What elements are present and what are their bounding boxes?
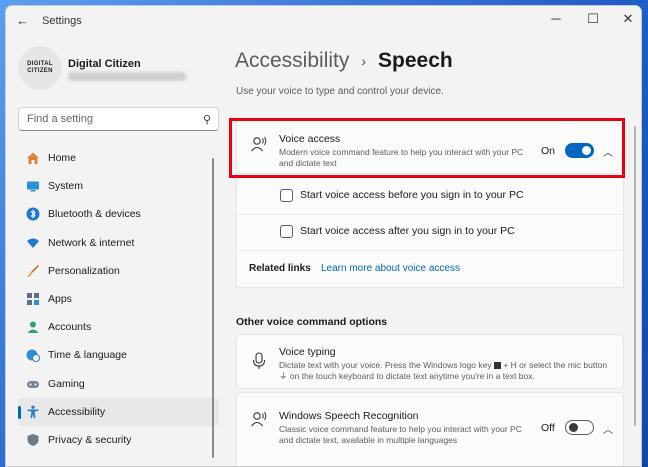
page-title: Speech (378, 49, 453, 72)
gamepad-icon (26, 377, 40, 391)
voice-typing-subtitle-part: on the touch keyboard to dictate text an… (289, 371, 535, 381)
start-after-signin-label[interactable]: Start voice access after you sign in to … (300, 225, 515, 237)
sidebar-item-label: Accessibility (48, 405, 106, 418)
apps-grid-icon (26, 292, 40, 306)
sidebar-item-label: Home (48, 152, 77, 165)
person-icon (26, 320, 40, 334)
user-email-blurred (68, 72, 186, 81)
maximize-icon[interactable]: ☐ (583, 11, 603, 27)
avatar[interactable]: DIGITAL CITIZEN (18, 46, 62, 90)
section-title-other-voice: Other voice command options (236, 316, 388, 328)
globe-clock-icon (26, 348, 40, 363)
speech-recognition-subtitle: Classic voice command feature to help yo… (279, 424, 522, 445)
speech-recognition-toggle[interactable] (565, 420, 594, 435)
speech-recognition-icon (249, 409, 269, 429)
related-links-label: Related links (249, 263, 311, 274)
voice-typing-subtitle-line-2: ⏚ on the touch keyboard to dictate text … (279, 371, 619, 382)
minimize-icon[interactable]: ─ (546, 11, 566, 26)
content-scrollbar[interactable] (634, 126, 636, 426)
divider (237, 250, 623, 251)
sidebar-item-apps[interactable]: Apps (18, 285, 219, 313)
window-title: Settings (42, 15, 82, 27)
sidebar-item-label: Network & internet (48, 236, 135, 249)
settings-window: ← Settings ─ ☐ ✕ DIGITAL CITIZEN Digital… (5, 5, 642, 467)
brush-icon (26, 264, 40, 278)
voice-typing-title: Voice typing (279, 346, 336, 358)
sidebar-item-accounts[interactable]: Accounts (18, 313, 219, 341)
sidebar-item-label: Bluetooth & devices (48, 208, 141, 221)
shield-icon (26, 433, 40, 447)
sidebar-item-label: Time & language (48, 349, 127, 362)
sidebar-item-system[interactable]: System (18, 172, 219, 200)
sidebar-nav: Home System Bluetooth & devices Network … (18, 144, 219, 454)
toggle-knob (582, 146, 591, 155)
divider (237, 214, 623, 215)
avatar-text-line-1: DIGITAL (27, 61, 53, 67)
bluetooth-icon (26, 207, 40, 221)
avatar-text-line-2: CITIZEN (27, 68, 53, 74)
sidebar-item-label: Personalization (48, 264, 120, 277)
breadcrumb: Accessibility › Speech (235, 49, 453, 73)
voice-typing-subtitle-line-1: Dictate text with your voice. Press the … (279, 360, 619, 371)
search-input[interactable] (27, 113, 187, 125)
speech-recognition-card[interactable]: Windows Speech Recognition Classic voice… (236, 392, 624, 466)
voice-access-icon (249, 134, 269, 154)
learn-more-voice-access-link[interactable]: Learn more about voice access (321, 263, 460, 274)
voice-typing-card[interactable]: Voice typing Dictate text with your voic… (236, 334, 624, 389)
sidebar-item-network[interactable]: Network & internet (18, 229, 219, 257)
close-icon[interactable]: ✕ (618, 11, 638, 27)
voice-typing-subtitle-part: Dictate text with your voice. Press the … (279, 360, 492, 370)
sidebar-item-time-language[interactable]: Time & language (18, 341, 219, 369)
sidebar-item-accessibility[interactable]: Accessibility (18, 397, 219, 426)
sidebar-item-home[interactable]: Home (18, 144, 219, 172)
accessibility-icon (26, 405, 40, 419)
voice-access-options: Start voice access before you sign in to… (236, 174, 624, 288)
speech-recognition-title: Windows Speech Recognition (279, 410, 419, 422)
sidebar-item-bluetooth[interactable]: Bluetooth & devices (18, 200, 219, 228)
breadcrumb-parent[interactable]: Accessibility (235, 49, 349, 73)
breadcrumb-separator: › (361, 53, 367, 69)
speech-recognition-state-label: Off (541, 422, 555, 434)
page-description: Use your voice to type and control your … (236, 86, 444, 97)
chevron-up-icon[interactable]: ︿ (603, 421, 613, 436)
back-arrow-icon[interactable]: ← (16, 13, 29, 28)
sidebar-item-gaming[interactable]: Gaming (18, 370, 219, 398)
sidebar-item-label: Gaming (48, 377, 85, 390)
windows-logo-icon (493, 362, 501, 369)
sidebar-item-personalization[interactable]: Personalization (18, 257, 219, 285)
chevron-up-icon[interactable]: ︿ (603, 144, 613, 159)
sidebar-scrollbar[interactable] (212, 158, 214, 458)
sidebar-item-privacy[interactable]: Privacy & security (18, 426, 219, 454)
voice-access-state-label: On (541, 145, 556, 157)
start-before-signin-label[interactable]: Start voice access before you sign in to… (300, 189, 524, 201)
sidebar-item-label: System (48, 180, 84, 193)
sidebar-item-label: Apps (48, 293, 72, 306)
toggle-knob (569, 423, 578, 432)
user-name: Digital Citizen (68, 58, 141, 70)
voice-access-toggle[interactable] (565, 143, 594, 158)
start-after-signin-checkbox[interactable] (280, 225, 293, 238)
sidebar-item-label: Privacy & security (48, 433, 132, 446)
voice-access-card[interactable]: Voice access Modern voice command featur… (236, 118, 624, 174)
wifi-icon (26, 236, 40, 250)
voice-access-subtitle: Modern voice command feature to help you… (279, 147, 524, 168)
voice-access-title: Voice access (279, 133, 341, 145)
search-box[interactable]: ⚲ (18, 107, 219, 131)
title-bar: ← Settings ─ ☐ ✕ (6, 6, 641, 34)
home-icon (26, 151, 40, 165)
small-mic-icon: ⏚ (279, 371, 288, 381)
sidebar-item-label: Accounts (48, 321, 92, 334)
voice-typing-subtitle-part: + H or select the mic button (503, 360, 608, 370)
microphone-icon (249, 351, 269, 371)
monitor-icon (26, 179, 40, 193)
search-icon[interactable]: ⚲ (203, 113, 211, 126)
start-before-signin-checkbox[interactable] (280, 189, 293, 202)
